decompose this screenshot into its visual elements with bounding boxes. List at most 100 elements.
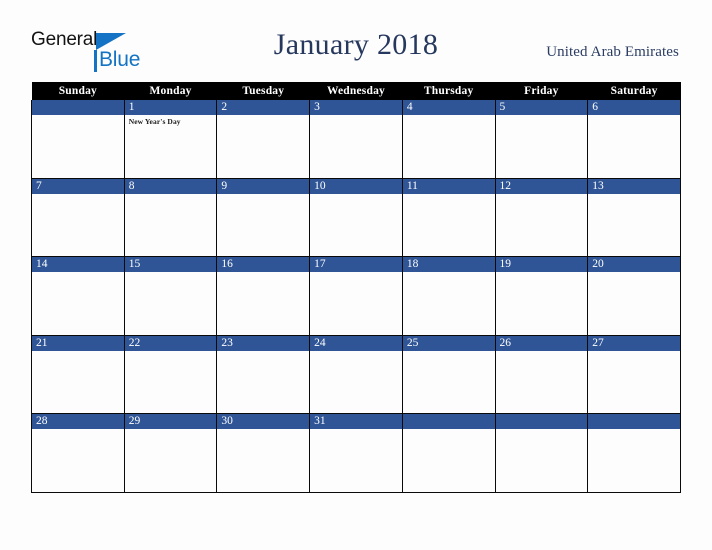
holiday-event-label: New Year's Day <box>128 117 181 126</box>
calendar-day-cell[interactable]: 18 <box>401 256 496 336</box>
page-header: General Blue January 2018 United Arab Em… <box>0 0 712 82</box>
calendar-day-cell[interactable]: 31 <box>309 413 403 493</box>
weekday-header-thursday: Thursday <box>402 82 496 100</box>
day-events <box>403 115 495 117</box>
weekday-header-row: Sunday Monday Tuesday Wednesday Thursday… <box>31 82 681 100</box>
day-cell-inner: 11 <box>402 178 495 257</box>
day-events <box>588 272 680 274</box>
calendar-day-cell[interactable]: 21 <box>31 335 125 415</box>
day-number: 30 <box>217 414 310 430</box>
calendar-day-cell[interactable]: 19 <box>494 256 589 336</box>
day-cell-inner: 29 <box>124 414 217 492</box>
calendar-day-cell[interactable]: 5 <box>494 100 589 179</box>
day-number: 12 <box>495 178 588 194</box>
weekday-header-friday: Friday <box>495 82 588 100</box>
calendar-day-cell[interactable]: 25 <box>401 335 496 415</box>
calendar-empty-cell[interactable] <box>31 100 125 179</box>
day-number: 17 <box>310 257 402 273</box>
day-events <box>310 194 402 196</box>
day-events <box>496 429 588 431</box>
calendar-day-cell[interactable]: 9 <box>216 178 311 258</box>
calendar-day-cell[interactable]: 2 <box>216 100 311 179</box>
day-cell-inner: 25 <box>402 335 495 414</box>
calendar-day-cell[interactable]: 26 <box>494 335 589 415</box>
day-events <box>32 115 124 117</box>
calendar-week-row: 21 22 23 24 25 26 27 <box>31 335 681 415</box>
day-cell-inner: 4 <box>402 100 495 178</box>
day-events <box>217 194 309 196</box>
day-number: 1 <box>124 100 217 115</box>
calendar-day-cell[interactable]: 28 <box>31 413 125 493</box>
day-number: 4 <box>402 100 495 115</box>
day-cell-inner: 2 <box>217 100 310 178</box>
calendar-empty-cell[interactable] <box>587 413 681 493</box>
weekday-header-wednesday: Wednesday <box>309 82 403 100</box>
day-events <box>125 194 217 196</box>
day-number: 28 <box>32 414 124 430</box>
day-events <box>310 429 402 431</box>
calendar-day-cell[interactable]: 23 <box>216 335 311 415</box>
calendar-day-cell[interactable]: 13 <box>587 178 681 258</box>
day-cell-inner: 1 New Year's Day <box>124 100 217 178</box>
day-number: 23 <box>217 335 310 351</box>
calendar-day-cell[interactable]: 7 <box>31 178 125 258</box>
calendar-day-cell[interactable]: 6 <box>587 100 681 179</box>
calendar-day-cell[interactable]: 30 <box>216 413 311 493</box>
calendar-week-row: 1 New Year's Day 2 3 4 5 6 <box>31 100 681 179</box>
calendar-day-cell[interactable]: 27 <box>587 335 681 415</box>
calendar-empty-cell[interactable] <box>494 413 589 493</box>
weekday-header-tuesday: Tuesday <box>216 82 310 100</box>
day-cell-inner: 5 <box>495 100 588 178</box>
calendar-day-cell[interactable]: 15 <box>123 256 218 336</box>
day-cell-inner: 7 <box>32 178 124 257</box>
day-events <box>310 115 402 117</box>
day-number: 3 <box>310 100 402 115</box>
day-cell-inner: 31 <box>310 414 402 492</box>
day-events <box>32 351 124 353</box>
calendar-day-cell[interactable]: 8 <box>123 178 218 258</box>
day-number: 22 <box>124 335 217 351</box>
day-cell-inner: 22 <box>124 335 217 414</box>
country-label: United Arab Emirates <box>546 44 679 60</box>
day-cell-inner: 16 <box>217 257 310 335</box>
calendar-day-cell[interactable]: 4 <box>401 100 496 179</box>
calendar-day-cell[interactable]: 24 <box>309 335 403 415</box>
day-number <box>495 414 588 430</box>
day-number: 27 <box>588 335 680 351</box>
day-number: 21 <box>32 335 124 351</box>
calendar-day-cell[interactable]: 17 <box>309 256 403 336</box>
calendar-day-cell[interactable]: 10 <box>309 178 403 258</box>
day-events <box>403 429 495 431</box>
calendar-day-cell[interactable]: 12 <box>494 178 589 258</box>
calendar-day-cell[interactable]: 1 New Year's Day <box>123 100 218 179</box>
day-events <box>588 351 680 353</box>
day-events <box>496 194 588 196</box>
day-number: 9 <box>217 178 310 194</box>
calendar-day-cell[interactable]: 29 <box>123 413 218 493</box>
calendar-day-cell[interactable]: 22 <box>123 335 218 415</box>
day-events <box>217 115 309 117</box>
calendar-day-cell[interactable]: 14 <box>31 256 125 336</box>
day-number <box>588 414 680 430</box>
day-events <box>310 272 402 274</box>
calendar-empty-cell[interactable] <box>401 413 496 493</box>
calendar-day-cell[interactable]: 3 <box>309 100 403 179</box>
day-events <box>588 194 680 196</box>
day-number: 25 <box>402 335 495 351</box>
day-cell-inner: 30 <box>217 414 310 492</box>
day-number: 26 <box>495 335 588 351</box>
day-cell-inner <box>588 414 680 492</box>
day-number: 16 <box>217 257 310 273</box>
day-cell-inner <box>32 100 124 178</box>
day-cell-inner: 14 <box>32 257 124 335</box>
day-number <box>32 100 124 115</box>
day-events <box>217 272 309 274</box>
calendar-day-cell[interactable]: 20 <box>587 256 681 336</box>
calendar-day-cell[interactable]: 16 <box>216 256 311 336</box>
calendar-day-cell[interactable]: 11 <box>401 178 496 258</box>
day-number: 24 <box>310 335 402 351</box>
day-events <box>125 272 217 274</box>
day-number: 15 <box>124 257 217 273</box>
day-number: 7 <box>32 178 124 194</box>
day-number: 20 <box>588 257 680 273</box>
